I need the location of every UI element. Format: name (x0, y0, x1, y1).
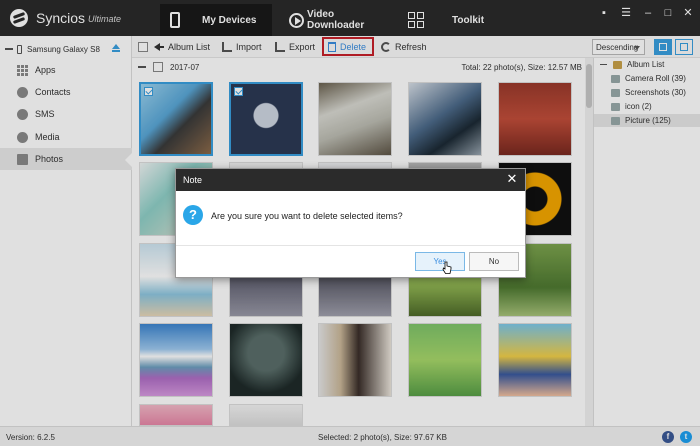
dialog-title-bar: Note ✕ (176, 169, 525, 191)
question-icon: ? (183, 205, 203, 225)
dialog-message: Are you sure you want to delete selected… (211, 211, 403, 221)
no-button[interactable]: No (469, 252, 519, 271)
hand-cursor-icon (442, 261, 452, 274)
dialog-title: Note (183, 175, 203, 185)
yes-button[interactable]: Yes (415, 252, 465, 271)
confirm-dialog: Note ✕ ? Are you sure you want to delete… (175, 168, 526, 278)
close-icon[interactable]: ✕ (505, 172, 519, 186)
divider (176, 245, 525, 246)
